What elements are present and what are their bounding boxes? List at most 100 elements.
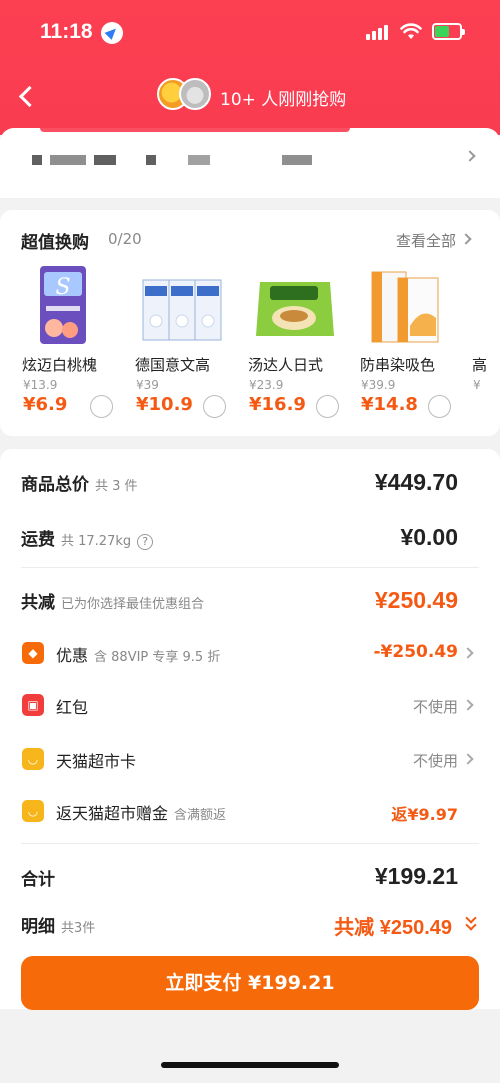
detail-discount: 共减 ¥250.49 [334,917,452,939]
red-packet-value: 不使用 [412,698,458,716]
detail-label: 明细 [21,917,55,937]
status-bar: 11:18 [0,18,500,50]
cashback-label: 返天猫超市赠金 [56,804,169,823]
wifi-icon [400,23,422,39]
detail-row[interactable]: 明细 共3件 共减 ¥250.49 [0,909,500,939]
buyer-avatars [157,78,213,112]
avatar [179,78,211,110]
total-row: 合计 ¥199.21 [0,863,500,893]
product-item[interactable]: 防串染吸色 ¥39.9 ¥14.8 [360,266,468,426]
total-label: 合计 [21,870,55,890]
goods-total-row: 商品总价共 3 件 ¥449.70 [0,467,500,497]
goods-total-label: 商品总价 [21,475,89,495]
discount-note: 已为你选择最佳优惠组合 [61,597,205,612]
header-bar: 11:18 10+ 人刚刚抢购 [0,0,500,135]
product-select-radio[interactable] [316,395,339,418]
chevron-right-icon [460,233,472,245]
back-button[interactable] [14,82,42,110]
product-old-price: ¥39 [136,378,159,392]
chevron-right-icon [462,753,474,765]
address-redacted [146,155,156,165]
cashback-value: 返¥9.97 [391,805,458,824]
cashback-row: ◡ 返天猫超市赠金 含满额返 返¥9.97 [0,797,500,827]
address-card[interactable] [0,128,500,198]
coupon-amount: -¥250.49 [373,642,459,662]
product-image [371,271,439,343]
battery-icon [432,23,465,40]
product-select-radio[interactable] [90,395,113,418]
product-old-price: ¥ [473,378,481,392]
product-new-price: ¥14.8 [361,394,418,415]
red-packet-icon: ▣ [22,694,44,716]
location-icon [101,22,123,44]
coupon-tag-icon: ◆ [22,642,44,664]
help-icon[interactable]: ? [137,534,154,550]
red-packet-label: 红包 [56,698,89,717]
svg-text:S: S [55,275,70,300]
product-item[interactable]: 汤达人日式 ¥23.9 ¥16.9 [248,266,356,426]
product-item[interactable]: 德国意文高 ¥39 ¥10.9 [135,266,243,426]
page-title: 10+ 人刚刚抢购 [220,90,347,110]
product-image [256,282,334,336]
product-image: S [40,266,86,344]
nav-row: 10+ 人刚刚抢购 [0,72,500,122]
red-packet-row[interactable]: ▣ 红包 不使用 [0,691,500,721]
goods-total-count: 共 3 件 [95,479,138,494]
tmall-cat-icon: ◡ [22,800,44,822]
shipping-row: 运费共 17.27kg? ¥0.00 [0,522,500,552]
address-redacted [94,155,116,165]
swap-deals-card: 超值换购 0/20 查看全部 S 炫迈白桃槐 ¥13.9 ¥6.9 德国意文高 … [0,210,500,436]
tmall-cat-icon: ◡ [22,748,44,770]
chevron-right-icon [462,699,474,711]
address-redacted [32,155,42,165]
chevron-right-icon [462,647,474,659]
shipping-amount: ¥0.00 [400,524,458,550]
goods-total-amount: ¥449.70 [374,469,458,495]
pay-now-button[interactable]: 立即支付 ¥199.21 [21,956,479,1010]
product-name: 汤达人日式 [248,356,324,374]
product-new-price: ¥6.9 [23,394,68,415]
product-old-price: ¥13.9 [23,378,58,392]
home-indicator[interactable] [161,1062,339,1068]
address-redacted [188,155,210,165]
chevron-right-icon [464,150,476,162]
cashback-note: 含满额返 [174,808,227,823]
double-chevron-down-icon[interactable] [464,912,478,933]
supermarket-card-label: 天猫超市卡 [56,752,137,771]
swap-count: 0/20 [108,230,142,248]
coupon-label: 优惠 [56,646,89,665]
shipping-label: 运费 [21,530,55,550]
product-new-price: ¥16.9 [249,394,306,415]
address-redacted [282,155,312,165]
product-select-radio[interactable] [428,395,451,418]
product-item[interactable]: S 炫迈白桃槐 ¥13.9 ¥6.9 [22,266,130,426]
discount-label: 共减 [21,593,55,613]
product-select-radio[interactable] [203,395,226,418]
view-all-link[interactable]: 查看全部 [396,230,456,251]
product-name: 炫迈白桃槐 [22,356,98,374]
status-time: 11:18 [40,20,93,43]
product-item[interactable]: 高 ¥ [472,266,500,426]
coupon-note: 含 88VIP 专享 9.5 折 [94,650,221,665]
divider [21,843,479,844]
discount-row: 共减 已为你选择最佳优惠组合 ¥250.49 [0,585,500,615]
product-image [142,279,222,341]
discount-amount: ¥250.49 [374,587,458,613]
product-old-price: ¥39.9 [361,378,396,392]
product-name: 高 [472,356,488,374]
supermarket-card-row[interactable]: ◡ 天猫超市卡 不使用 [0,745,500,775]
product-name: 防串染吸色 [360,356,436,374]
detail-count: 共3件 [61,921,96,936]
address-accent-line [40,128,350,132]
shipping-weight: 共 17.27kg [61,534,132,549]
divider [21,567,479,568]
order-summary-card: 商品总价共 3 件 ¥449.70 运费共 17.27kg? ¥0.00 共减已… [0,449,500,1009]
product-new-price: ¥10.9 [136,394,193,415]
supermarket-card-value: 不使用 [412,752,458,770]
total-amount: ¥199.21 [374,863,458,889]
product-name: 德国意文高 [135,356,211,374]
coupon-row[interactable]: ◆ 优惠含 88VIP 专享 9.5 折 -¥250.49 [0,639,500,669]
signal-icon [366,24,390,40]
swap-title: 超值换购 [21,233,89,253]
address-redacted [50,155,86,165]
